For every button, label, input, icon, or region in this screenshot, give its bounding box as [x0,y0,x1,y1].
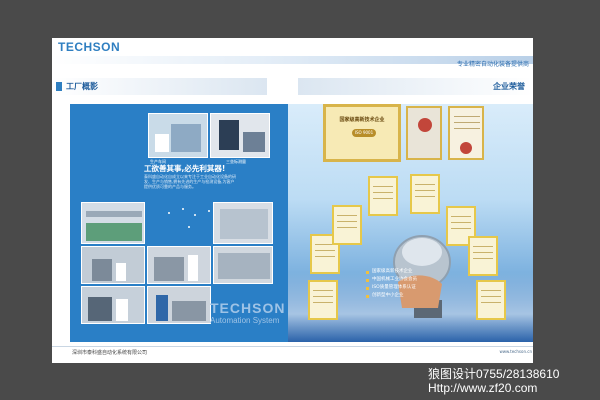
certificate-7 [308,280,338,320]
brand-tagline: Automation System [210,316,280,325]
footer-company: 深圳市泰科盛自动化系统有限公司 [72,350,148,356]
watermark-phone: 狼图设计0755/28138610 [428,367,560,381]
main-certificate-heading: 国家级高新技术企业 [339,117,385,123]
photo-lab-1 [148,113,208,158]
photo-workshop-1 [81,202,145,244]
brand-block: TECHSON Automation System [210,300,285,325]
footer-website: www.techson.cn [499,349,532,354]
photo-workshop-6 [81,286,145,324]
factory-subtitle: 工欲善其事,必先利其器! [144,164,226,173]
certificate-3 [368,176,398,216]
certificate-4 [410,174,440,214]
brand-name: TECHSON [210,300,286,316]
photo-workshop-3 [81,246,145,284]
section-marker [56,82,62,91]
section-header-left: 工厂概影 [52,78,267,95]
logo: TECHSON [58,40,121,54]
honor-item: 国家级高新技术企业 [366,268,417,276]
photo-workshop-2 [213,202,273,244]
certificate-2 [332,205,362,245]
main-certificate-seal: ISO 9001 [352,129,376,137]
header-slogan: 专业精密自动化装备提供商 [456,61,529,68]
watermark-url: Http://www.zf20.com [428,381,538,395]
photo-workshop-4 [147,246,211,284]
honors-list: 国家级高新技术企业 中国机械工业协会会员 ISO质量管理体系认证 创新型中小企业 [366,268,417,300]
bullet-icon [366,294,369,298]
honor-certificate-top [448,106,484,160]
bullet-icon [366,270,369,274]
footer-divider [52,346,533,347]
photo-workshop-7 [147,286,211,324]
honor-item: ISO质量管理体系认证 [366,284,417,292]
section-title-honors: 企业荣誉 [493,82,525,91]
bullet-icon [366,278,369,282]
section-header-right: 企业荣誉 [298,78,533,95]
honor-item: 创新型中小企业 [366,292,417,300]
photo-lab-2 [210,113,270,158]
factory-description: 泰科盛自动化自成立以来专注于工业自动化设备的研发、生产与销售,拥有先进的生产与检… [144,174,236,189]
caption-2: 三坐标测量 [226,159,246,164]
main-certificate: 国家级高新技术企业 ISO 9001 [323,104,401,162]
section-title-factory: 工厂概影 [66,82,98,91]
photo-workshop-5 [213,246,273,284]
honor-plaque [406,106,442,160]
honor-item: 中国机械工业协会会员 [366,276,417,284]
bullet-icon [366,286,369,290]
